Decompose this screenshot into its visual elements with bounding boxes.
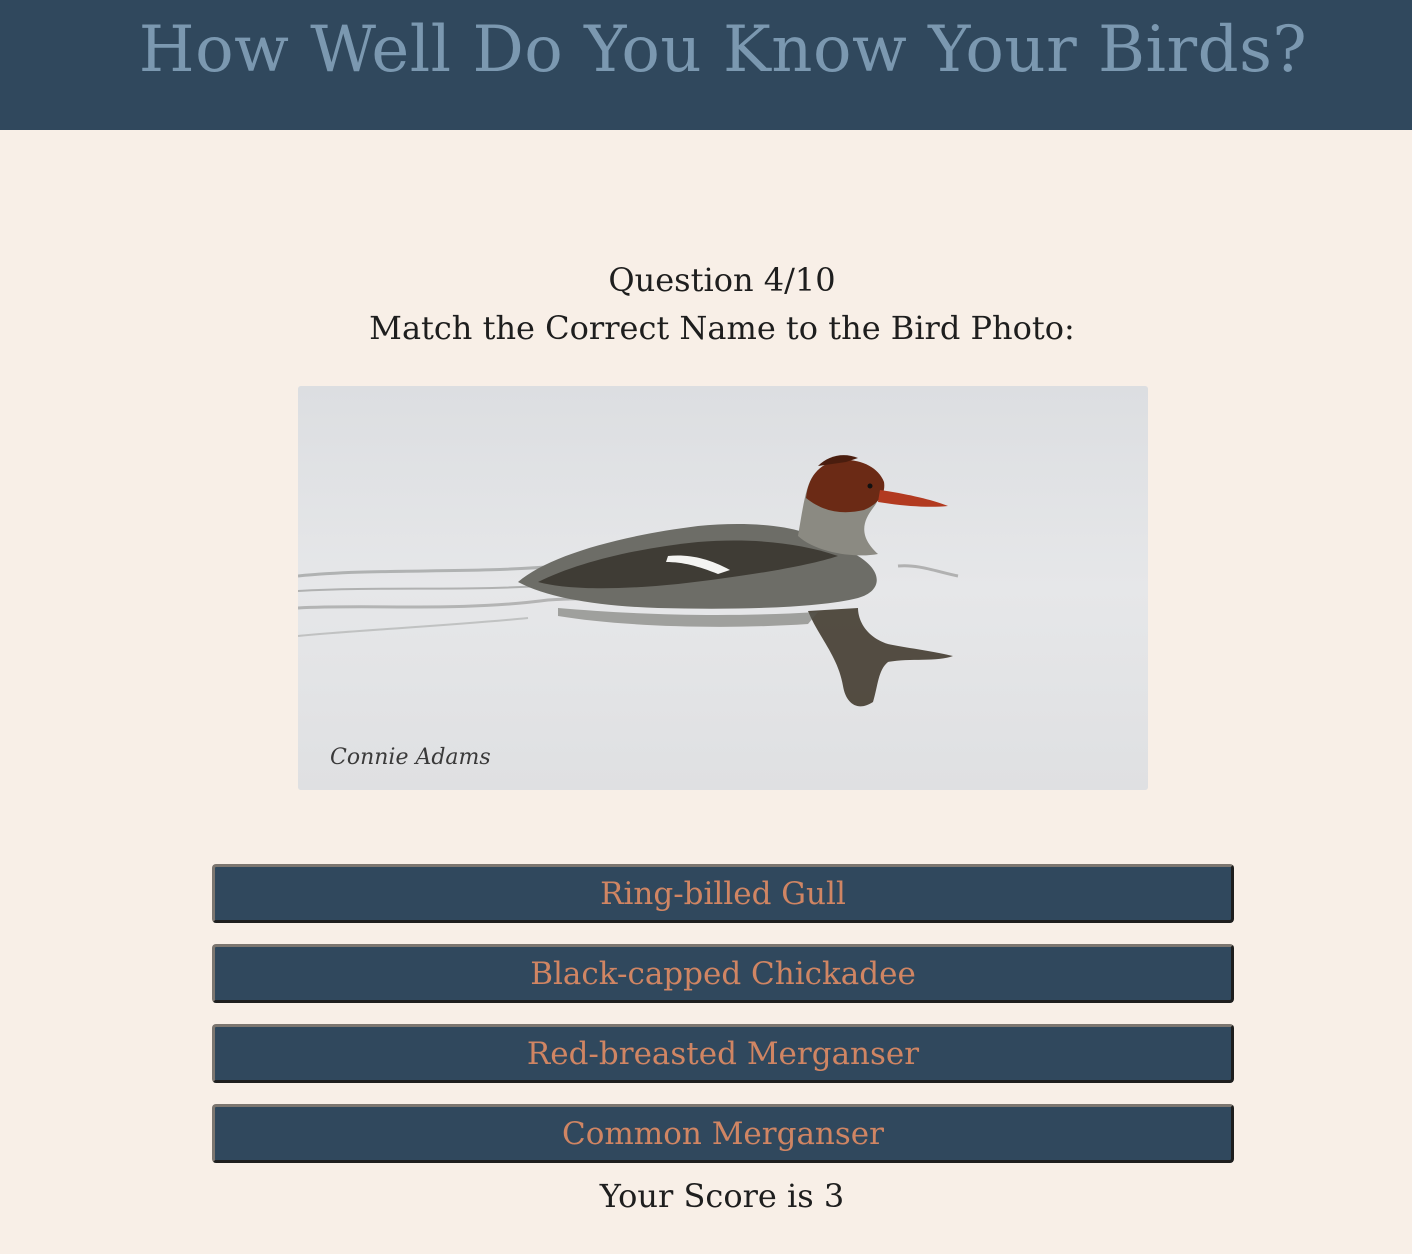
photo-watermark: Connie Adams — [330, 745, 491, 770]
site-header: How Well Do You Know Your Birds? — [0, 0, 1412, 130]
answer-option-3[interactable]: Red-breasted Merganser — [212, 1024, 1234, 1083]
bird-photo: Connie Adams — [298, 386, 1148, 790]
answer-option-2[interactable]: Black-capped Chickadee — [212, 944, 1234, 1003]
answer-option-1[interactable]: Ring-billed Gull — [212, 864, 1234, 923]
page-title: How Well Do You Know Your Birds? — [138, 13, 1308, 87]
question-counter: Question 4/10 — [608, 261, 836, 299]
question-prompt: Match the Correct Name to the Bird Photo… — [369, 309, 1075, 347]
answer-option-4[interactable]: Common Merganser — [212, 1104, 1234, 1163]
score-text: Your Score is 3 — [599, 1177, 845, 1215]
